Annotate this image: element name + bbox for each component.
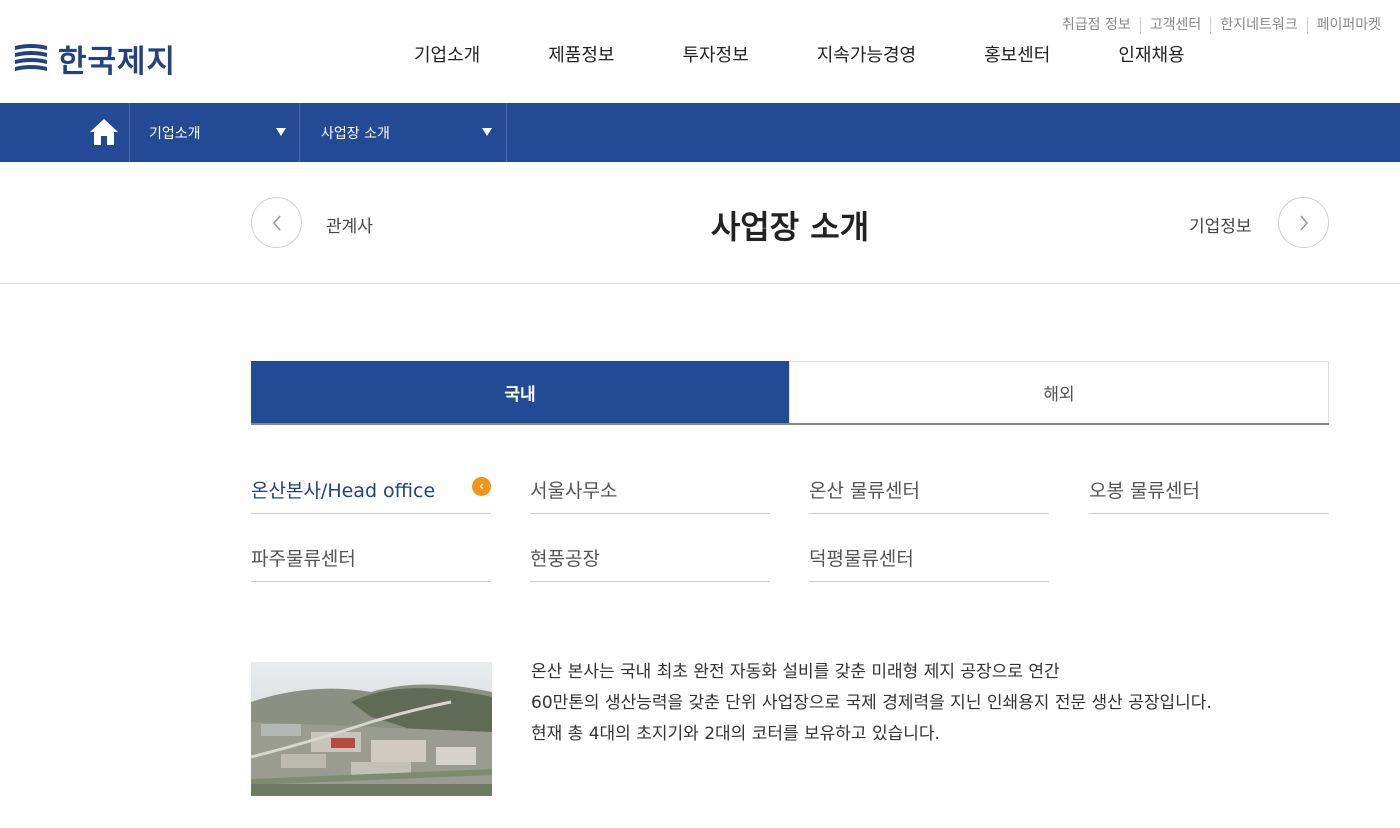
- site-item-paju-logistics[interactable]: 파주물류센터: [251, 530, 491, 582]
- util-link-hanji-network[interactable]: 한지네트워크: [1210, 17, 1306, 34]
- site-photo: [251, 662, 492, 796]
- aerial-factory-image: [251, 662, 492, 796]
- site-description: 온산 본사는 국내 최초 완전 자동화 설비를 갖춘 미래형 제지 공장으로 연…: [531, 657, 1212, 750]
- description-line: 60만톤의 생산능력을 갖춘 단위 사업장으로 국제 경제력을 지닌 인쇄용지 …: [531, 693, 1212, 713]
- site-item-label: 현풍공장: [530, 548, 600, 570]
- caret-down-icon: [482, 128, 492, 136]
- tab-overseas[interactable]: 해외: [789, 361, 1329, 423]
- page-title-bar: 관계사 사업장 소개 기업정보: [0, 162, 1400, 284]
- nav-item-careers[interactable]: 인재채용: [1118, 41, 1184, 67]
- site-item-obong-logistics[interactable]: 오봉 물류센터: [1089, 462, 1329, 514]
- site-item-label: 온산 물류센터: [809, 480, 920, 502]
- util-link-paper-market[interactable]: 페이퍼마켓: [1306, 17, 1390, 34]
- next-page-label[interactable]: 기업정보: [1189, 212, 1252, 237]
- home-icon[interactable]: [88, 117, 120, 147]
- caret-down-icon: [276, 128, 286, 136]
- location-bar: 기업소개 사업장 소개: [0, 103, 1400, 162]
- nav-item-pr-center[interactable]: 홍보센터: [984, 41, 1050, 67]
- utility-links: 취급점 정보 고객센터 한지네트워크 페이퍼마켓: [1053, 17, 1390, 34]
- chevron-right-icon: [1299, 214, 1308, 231]
- logo-text: 한국제지: [58, 44, 177, 80]
- nav-item-investment[interactable]: 투자정보: [683, 41, 749, 67]
- next-page-button[interactable]: [1278, 197, 1329, 248]
- nav-item-sustainability[interactable]: 지속가능경영: [817, 41, 916, 67]
- site-item-label: 덕평물류센터: [809, 548, 914, 570]
- nav-item-products[interactable]: 제품정보: [548, 41, 614, 67]
- site-item-onsan-head-office[interactable]: 온산본사/Head office ‹: [251, 462, 491, 514]
- location-depth2-label: 사업장 소개: [321, 125, 390, 142]
- main-nav: 기업소개 제품정보 투자정보 지속가능경영 홍보센터 인재채용: [414, 41, 1185, 67]
- site-item-label: 오봉 물류센터: [1089, 480, 1200, 502]
- description-line: 온산 본사는 국내 최초 완전 자동화 설비를 갖춘 미래형 제지 공장으로 연…: [531, 662, 1060, 682]
- util-link-dealer[interactable]: 취급점 정보: [1053, 17, 1140, 34]
- location-depth1-label: 기업소개: [149, 125, 201, 142]
- site-item-label: 온산본사/Head office: [251, 480, 436, 502]
- site-header: 한국제지 취급점 정보 고객센터 한지네트워크 페이퍼마켓 기업소개 제품정보 …: [0, 0, 1400, 103]
- util-link-customer-center[interactable]: 고객센터: [1139, 17, 1211, 34]
- region-tabs: 국내 해외: [251, 361, 1329, 425]
- site-item-seoul-office[interactable]: 서울사무소: [530, 462, 770, 514]
- location-dropdown-depth2[interactable]: 사업장 소개: [299, 103, 507, 162]
- site-item-hyeonpung-factory[interactable]: 현풍공장: [530, 530, 770, 582]
- site-item-deokpyeong-logistics[interactable]: 덕평물류센터: [809, 530, 1049, 582]
- logo-mark-icon: [15, 43, 47, 71]
- location-dropdown-depth1[interactable]: 기업소개: [129, 103, 300, 162]
- nav-item-company[interactable]: 기업소개: [414, 41, 480, 67]
- site-item-label: 파주물류센터: [251, 548, 356, 570]
- chevron-left-icon: ‹: [472, 477, 491, 496]
- site-item-label: 서울사무소: [530, 480, 618, 502]
- tab-domestic[interactable]: 국내: [251, 361, 789, 423]
- logo[interactable]: 한국제지: [14, 36, 176, 81]
- description-line: 현재 총 4대의 초지기와 2대의 코터를 보유하고 있습니다.: [531, 724, 940, 744]
- page: 한국제지 취급점 정보 고객센터 한지네트워크 페이퍼마켓 기업소개 제품정보 …: [0, 0, 1400, 828]
- site-item-onsan-logistics[interactable]: 온산 물류센터: [809, 462, 1049, 514]
